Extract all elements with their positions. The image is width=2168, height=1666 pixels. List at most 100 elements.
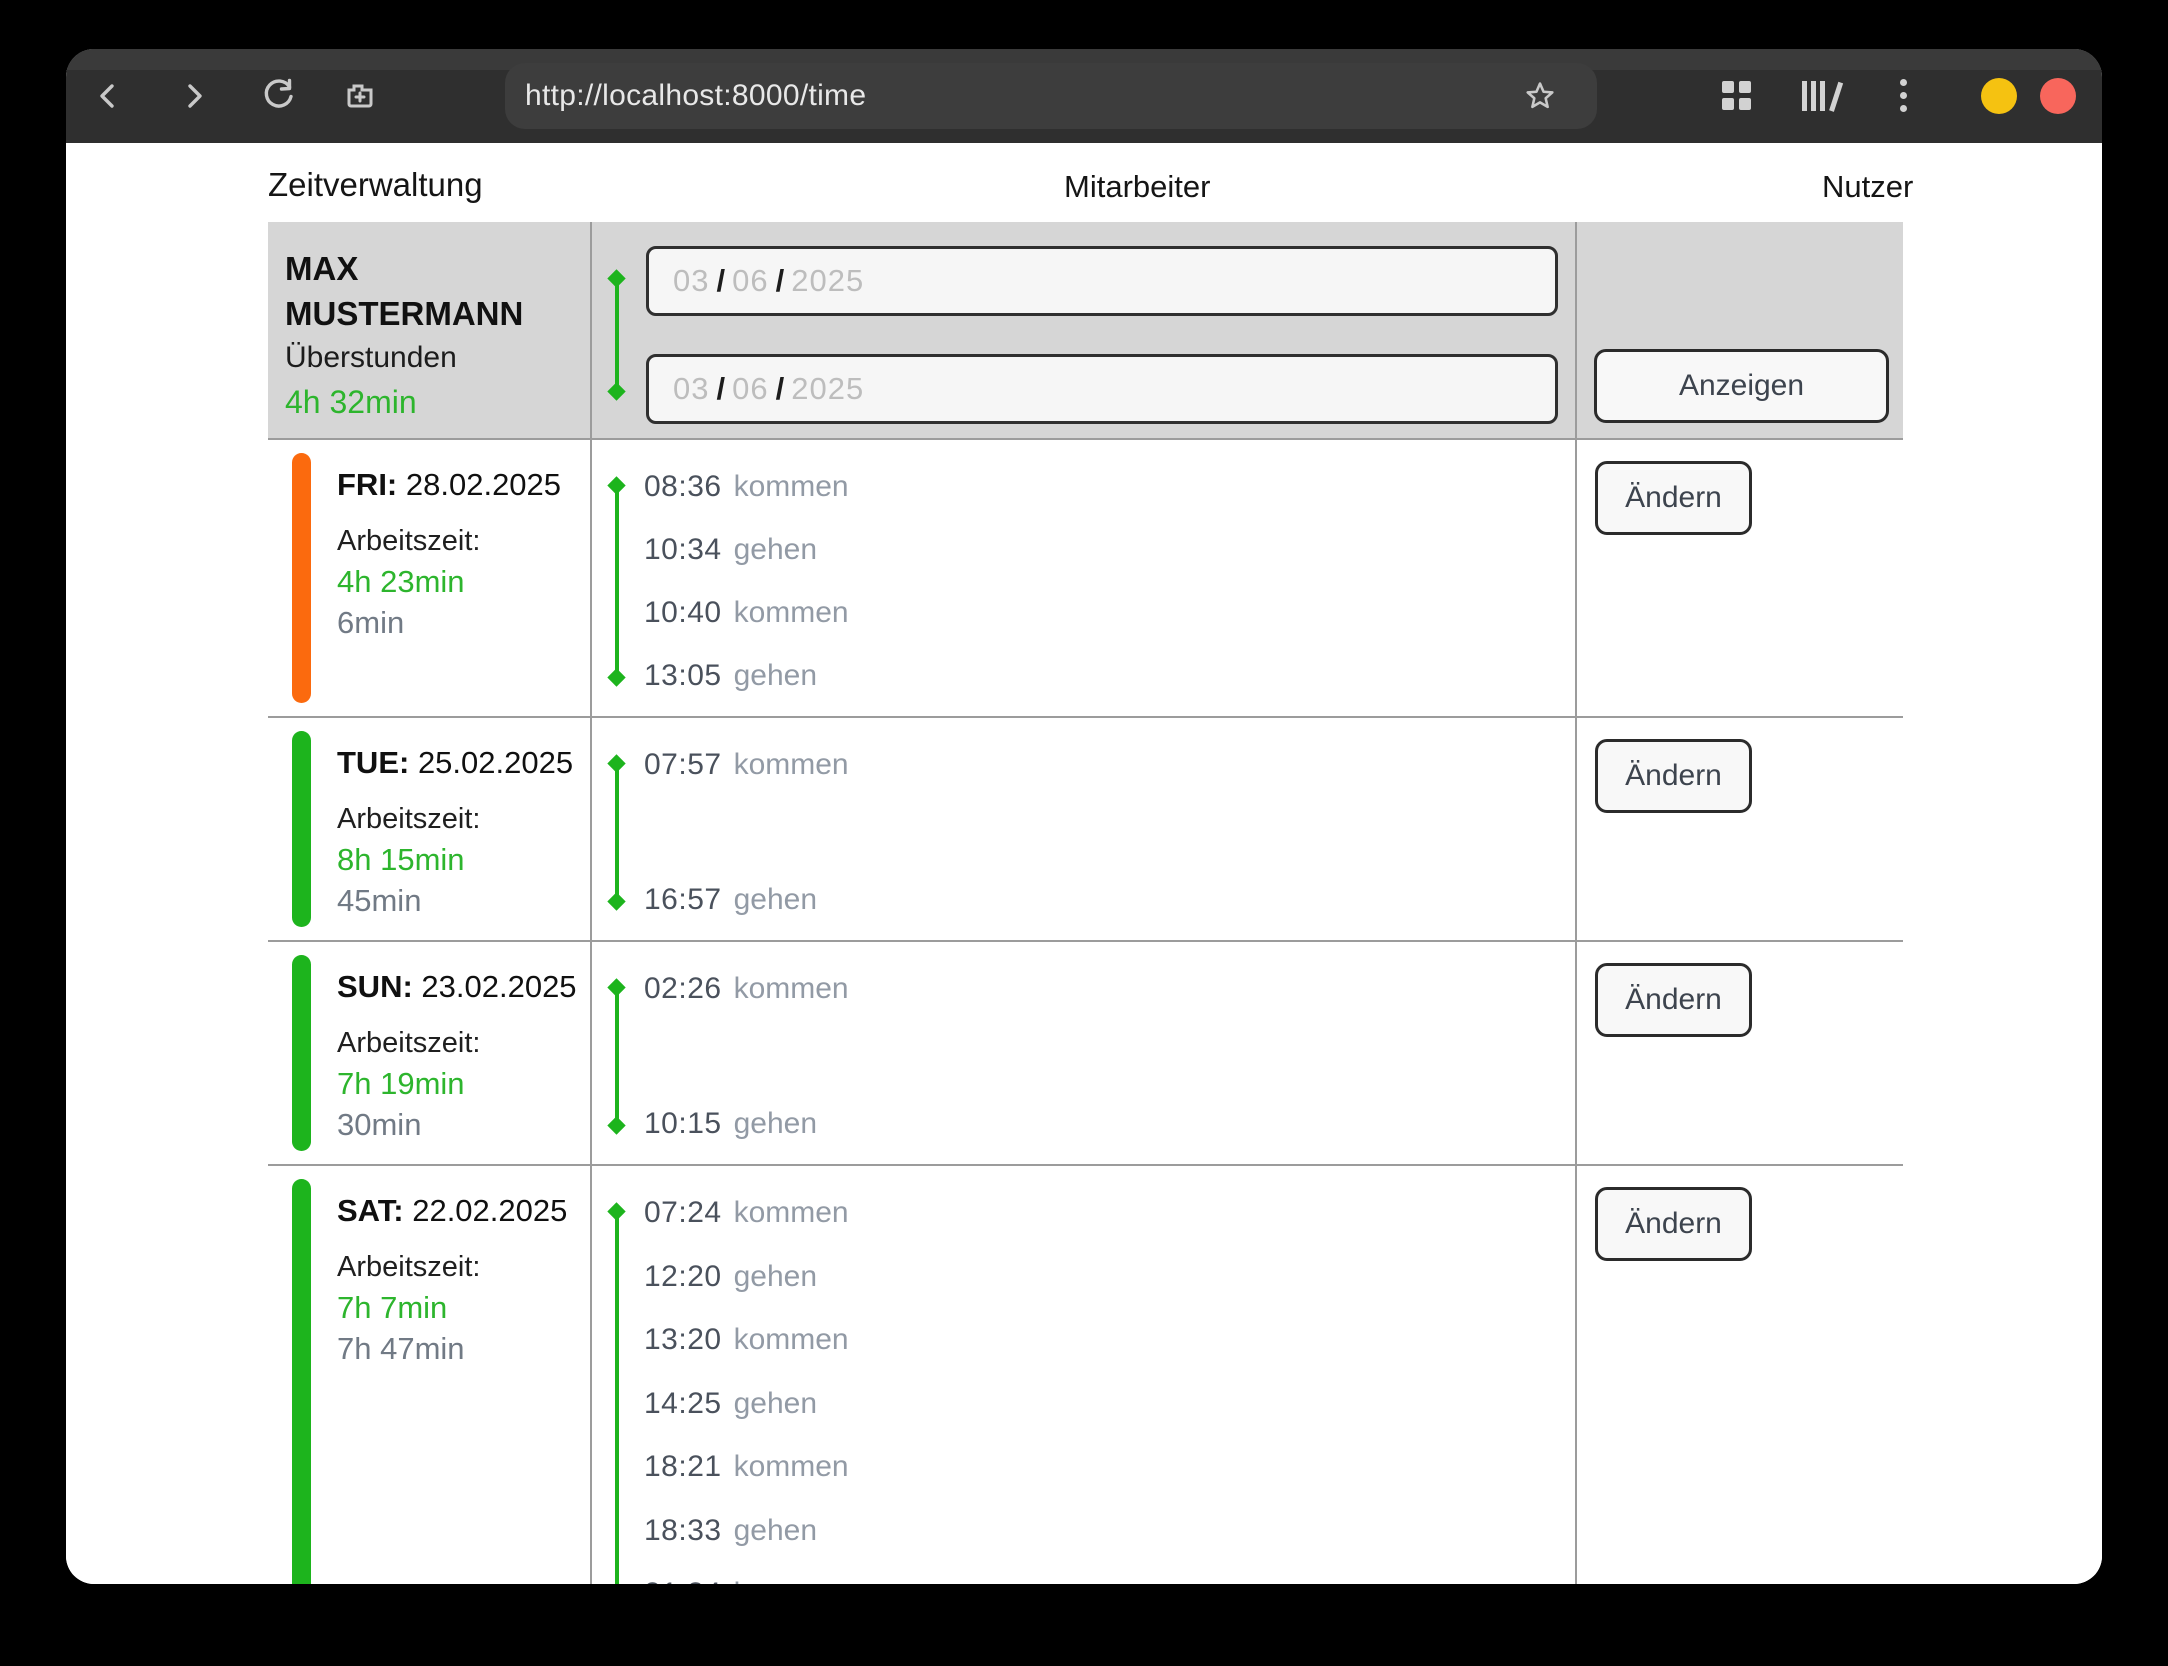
bookmark-star-icon[interactable] <box>1523 79 1557 118</box>
entry-type: kommen <box>734 1196 849 1229</box>
desktop-background: http://localhost:8000/time Zeitverwaltun… <box>0 0 2168 1666</box>
reload-button[interactable] <box>258 76 298 116</box>
day-action-cell: Ändern <box>1575 942 1903 1164</box>
entry-type: kommen <box>734 470 849 503</box>
worktime-value: 7h 7min <box>337 1287 590 1328</box>
employee-name: MAX MUSTERMANN <box>285 246 545 336</box>
day-summary-cell: TUE: 25.02.2025Arbeitszeit:8h 15min45min <box>268 718 590 940</box>
nav-mitarbeiter[interactable]: Mitarbeiter <box>1064 169 1210 205</box>
day-summary-cell: FRI: 28.02.2025 Arbeitszeit:4h 23min6min <box>268 440 590 716</box>
worktime-label: Arbeitszeit: <box>337 1023 590 1063</box>
forward-button[interactable] <box>174 76 214 116</box>
new-tab-button[interactable] <box>340 76 380 116</box>
day-date-value: 25.02.2025 <box>409 745 573 780</box>
time-entry-list: 07:24kommen12:20gehen13:20kommen14:25geh… <box>592 1166 1575 1584</box>
pause-value: 30min <box>337 1104 590 1145</box>
day-date-value: 23.02.2025 <box>413 969 577 1004</box>
entry-time: 08:36 <box>644 470 722 503</box>
worktime-value: 4h 23min <box>337 561 590 602</box>
entry-type: gehen <box>734 883 817 916</box>
time-entry: 02:26kommen <box>644 969 1575 1009</box>
page-content: Zeitverwaltung Mitarbeiter Nutzer MAX MU… <box>66 143 2102 1584</box>
menu-kebab-icon[interactable] <box>1898 76 1908 116</box>
anzeigen-button[interactable]: Anzeigen <box>1594 349 1889 423</box>
entry-type: gehen <box>734 533 817 566</box>
time-entry: 18:21kommen <box>644 1447 1575 1487</box>
day-weekday: TUE: <box>337 745 409 780</box>
aendern-button[interactable]: Ändern <box>1595 1187 1752 1261</box>
time-entry-list: 07:57kommen 16:57 gehen <box>592 718 1575 940</box>
day-status-bar <box>292 731 311 927</box>
url-text[interactable]: http://localhost:8000/time <box>505 79 866 113</box>
day-row: TUE: 25.02.2025Arbeitszeit:8h 15min45min… <box>268 716 1903 940</box>
pause-value: 6min <box>337 602 590 643</box>
day-summary-text: FRI: 28.02.2025 Arbeitszeit:4h 23min6min <box>268 440 590 643</box>
entry-time: 21:34 <box>644 1577 722 1584</box>
back-button[interactable] <box>88 76 128 116</box>
day-date: SUN: 23.02.2025 <box>337 966 590 1008</box>
worktime-label: Arbeitszeit: <box>337 799 590 839</box>
entry-type: gehen <box>734 1387 817 1420</box>
entry-time: 07:24 <box>644 1196 722 1229</box>
entry-type: kommen <box>734 596 849 629</box>
day-status-bar <box>292 955 311 1151</box>
time-entry-list: 08:36kommen10:34gehen10:40kommen13:05geh… <box>592 440 1575 716</box>
entry-type: kommen <box>734 748 849 781</box>
day-date: TUE: 25.02.2025 <box>337 742 590 784</box>
url-bar[interactable]: http://localhost:8000/time <box>505 63 1597 129</box>
tab-overview-grid-icon[interactable] <box>1722 81 1751 110</box>
day-weekday: SUN: <box>337 969 413 1004</box>
day-action-cell: Ändern <box>1575 1166 1903 1584</box>
browser-window: http://localhost:8000/time Zeitverwaltun… <box>66 49 2102 1584</box>
entry-time: 16:57 <box>644 883 722 916</box>
day-date-value: 22.02.2025 <box>404 1193 568 1228</box>
entry-time: 13:05 <box>644 659 722 692</box>
time-entry: 10:34gehen <box>644 530 1575 570</box>
library-icon[interactable] <box>1800 79 1840 113</box>
back-icon <box>91 79 125 113</box>
day-rows-container: FRI: 28.02.2025Arbeitszeit:4h 23min6min0… <box>268 438 1903 1584</box>
nav-nutzer[interactable]: Nutzer <box>1822 169 1913 205</box>
time-entry: 10:40 kommen <box>644 593 1575 633</box>
time-entry: 13:05gehen <box>644 656 1575 696</box>
day-weekday: FRI: <box>337 467 397 502</box>
worktime-label: Arbeitszeit: <box>337 1247 590 1287</box>
aendern-button[interactable]: Ändern <box>1595 739 1752 813</box>
time-entry: 08:36 kommen <box>644 467 1575 507</box>
aendern-button[interactable]: Ändern <box>1595 461 1752 535</box>
nav-zeitverwaltung[interactable]: Zeitverwaltung <box>268 166 483 204</box>
browser-titlebar: http://localhost:8000/time <box>66 49 2102 143</box>
forward-icon <box>177 79 211 113</box>
aendern-button[interactable]: Ändern <box>1595 963 1752 1037</box>
time-entry: 14:25gehen <box>644 1384 1575 1424</box>
day-entries-cell: 07:24kommen12:20gehen13:20kommen14:25geh… <box>590 1166 1575 1584</box>
day-summary-text: TUE: 25.02.2025Arbeitszeit:8h 15min45min <box>268 718 590 921</box>
entry-type: gehen <box>734 1260 817 1293</box>
day-summary-cell: SUN: 23.02.2025Arbeitszeit:7h 19min30min <box>268 942 590 1164</box>
close-button[interactable] <box>2040 78 2076 114</box>
entry-time: 10:40 <box>644 596 722 629</box>
day-status-bar <box>292 453 311 703</box>
day-status-bar <box>292 1179 311 1584</box>
time-entry: 21:34kommen <box>644 1574 1575 1584</box>
entry-type: gehen <box>734 1514 817 1547</box>
day-date: FRI: 28.02.2025 <box>337 464 590 506</box>
time-entry: 16:57 gehen <box>644 880 1575 920</box>
date-to-input[interactable]: 03/06/2025 <box>646 354 1558 424</box>
date-from-input[interactable]: 03/06/2025 <box>646 246 1558 316</box>
day-entries-cell: 07:57kommen 16:57 gehen <box>590 718 1575 940</box>
day-summary-text: SAT: 22.02.2025Arbeitszeit:7h 7min7h 47m… <box>268 1166 590 1369</box>
time-entry: 07:24 kommen <box>644 1193 1575 1233</box>
time-entry-list: 02:26kommen 10:15 gehen <box>592 942 1575 1164</box>
minimize-button[interactable] <box>1981 78 2017 114</box>
worktime-label: Arbeitszeit: <box>337 521 590 561</box>
time-entry: 07:57kommen <box>644 745 1575 785</box>
time-entry: 13:20kommen <box>644 1320 1575 1360</box>
reload-icon <box>260 78 296 114</box>
entry-type: gehen <box>734 1107 817 1140</box>
employee-summary-cell: MAX MUSTERMANN Überstunden 4h 32min <box>268 222 590 438</box>
overtime-label: Überstunden <box>285 336 590 380</box>
entry-time: 10:15 <box>644 1107 722 1140</box>
day-action-cell: Ändern <box>1575 440 1903 716</box>
day-weekday: SAT: <box>337 1193 404 1228</box>
